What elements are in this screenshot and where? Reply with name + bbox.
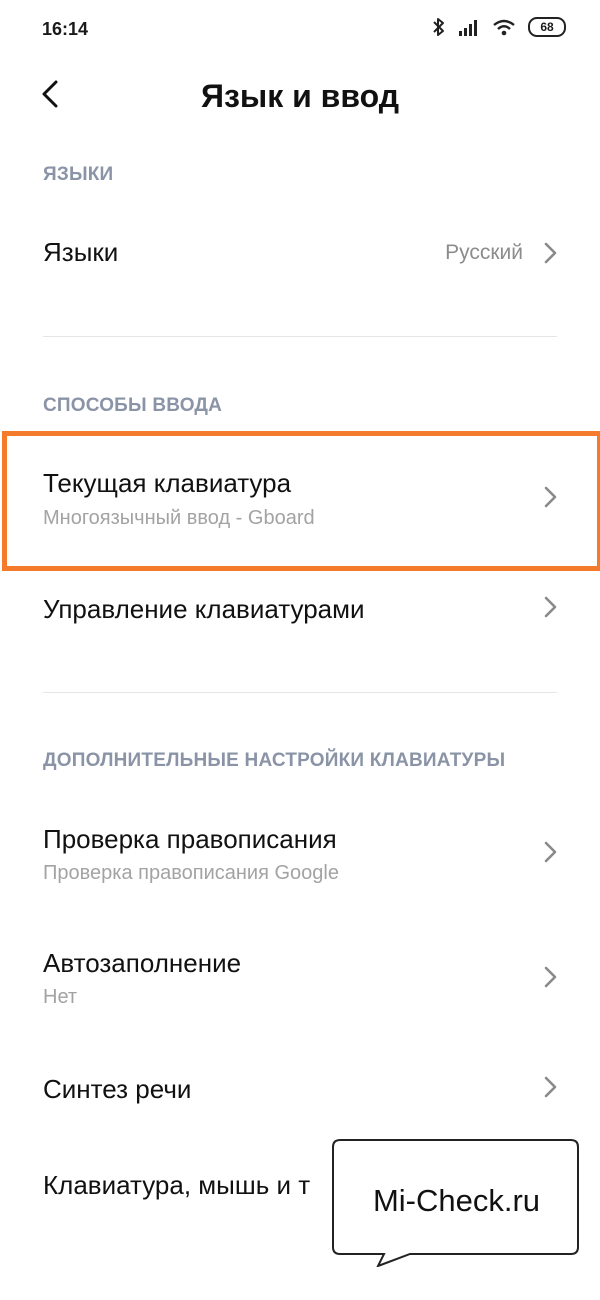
chevron-right-icon (544, 596, 557, 618)
tts-row[interactable]: Синтез речи (0, 1050, 600, 1130)
row-title: Синтез речи (43, 1074, 192, 1104)
highlight-frame (2, 431, 600, 571)
battery-icon: 68 (528, 17, 566, 37)
chevron-right-icon (544, 841, 557, 863)
autofill-row[interactable]: Автозаполнение Нет (0, 925, 600, 1025)
status-time: 16:14 (42, 19, 89, 39)
row-subtitle: Проверка правописания Google (43, 862, 339, 884)
section-label-input-methods: СПОСОБЫ ВВОДА (43, 395, 223, 416)
status-bar: 16:14 68 (0, 0, 600, 58)
spell-check-row[interactable]: Проверка правописания Проверка правописа… (0, 800, 600, 900)
bluetooth-icon (433, 18, 444, 36)
chevron-right-icon (544, 966, 557, 988)
section-label-advanced: ДОПОЛНИТЕЛЬНЫЕ НАСТРОЙКИ КЛАВИАТУРЫ (43, 750, 506, 771)
row-title: Клавиатура, мышь и т (43, 1170, 311, 1200)
divider (43, 336, 557, 337)
chevron-right-icon (544, 1076, 557, 1098)
row-title: Управление клавиатурами (43, 594, 365, 624)
page-title: Язык и ввод (200, 78, 400, 114)
row-title: Языки (43, 237, 119, 267)
row-subtitle: Нет (43, 986, 78, 1008)
header: Язык и ввод (0, 58, 600, 138)
row-title: Проверка правописания (43, 824, 337, 854)
manage-keyboards-row[interactable]: Управление клавиатурами (0, 570, 600, 650)
wifi-icon (493, 19, 515, 36)
watermark-text: Mi-Check.ru (372, 1183, 541, 1218)
chevron-right-icon (544, 242, 557, 264)
section-label-languages: ЯЗЫКИ (43, 164, 114, 185)
signal-icon (459, 20, 477, 36)
row-title: Автозаполнение (43, 948, 242, 978)
languages-row[interactable]: Языки Русский (0, 212, 600, 296)
status-icons: 68 (432, 16, 566, 38)
divider (43, 692, 557, 693)
row-value: Русский (445, 241, 523, 264)
